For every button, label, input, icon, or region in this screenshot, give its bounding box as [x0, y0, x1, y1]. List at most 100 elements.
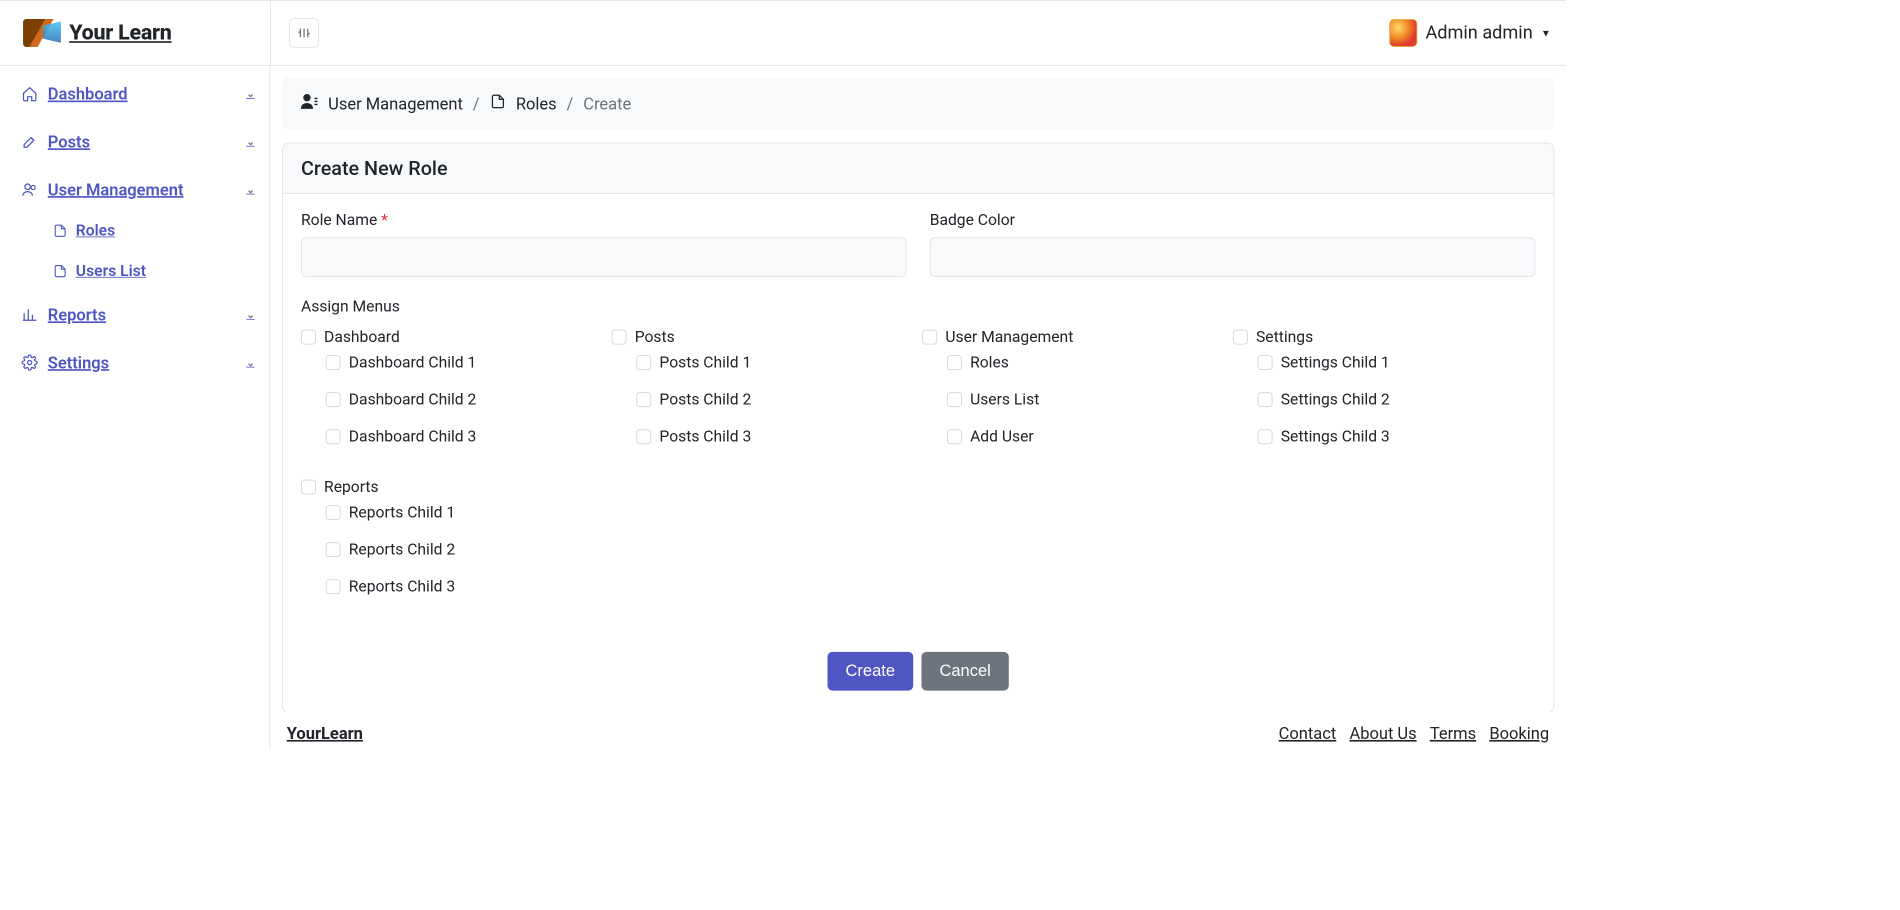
file-icon	[489, 93, 505, 114]
menu-block: Settings Settings Child 1 Settings Child 2…	[1233, 327, 1535, 452]
create-button[interactable]: Create	[827, 652, 913, 691]
checkbox[interactable]	[636, 392, 651, 407]
menu-child-label: Posts Child 2	[659, 390, 751, 409]
checkbox[interactable]	[1257, 429, 1272, 444]
menu-parent-checkbox[interactable]: User Management	[922, 327, 1224, 346]
checkbox[interactable]	[1257, 355, 1272, 370]
breadcrumb-separator: /	[473, 94, 480, 114]
footer-brand-link[interactable]: YourLearn	[287, 723, 363, 743]
chart-icon	[21, 307, 37, 323]
sidebar-item-dashboard[interactable]: Dashboard ⌄	[12, 77, 262, 110]
menu-child-checkbox[interactable]: Roles	[947, 353, 1225, 372]
menu-child-checkbox[interactable]: Settings Child 1	[1257, 353, 1535, 372]
menu-child-checkbox[interactable]: Dashboard Child 2	[325, 390, 603, 409]
users-icon	[300, 92, 318, 114]
menu-child-checkbox[interactable]: Posts Child 2	[636, 390, 914, 409]
menu-child-checkbox[interactable]: Dashboard Child 3	[325, 427, 603, 446]
menu-child-checkbox[interactable]: Users List	[947, 390, 1225, 409]
menu-child-checkbox[interactable]: Settings Child 2	[1257, 390, 1535, 409]
avatar-icon	[1389, 19, 1417, 47]
checkbox[interactable]	[922, 329, 937, 344]
sidebar-item-posts[interactable]: Posts ⌄	[12, 125, 262, 158]
menu-child-checkbox[interactable]: Settings Child 3	[1257, 427, 1535, 446]
menu-child-checkbox[interactable]: Posts Child 1	[636, 353, 914, 372]
menu-child-label: Reports Child 2	[349, 540, 455, 559]
create-role-card: Create New Role Role Name *	[282, 143, 1554, 712]
menu-block: Reports Reports Child 1 Reports Child 2 Rep…	[301, 477, 603, 602]
brand-logo-icon	[23, 19, 63, 47]
checkbox[interactable]	[325, 392, 340, 407]
users-icon	[21, 181, 37, 197]
role-name-label: Role Name *	[301, 210, 907, 229]
menu-child-checkbox[interactable]: Dashboard Child 1	[325, 353, 603, 372]
checkbox[interactable]	[325, 429, 340, 444]
cancel-button[interactable]: Cancel	[921, 652, 1009, 691]
brand[interactable]: Your Learn	[0, 19, 270, 47]
user-menu[interactable]: Admin admin ▼	[1389, 19, 1551, 47]
sidebar-item-reports[interactable]: Reports ⌄	[12, 298, 262, 331]
menu-child-checkbox[interactable]: Add User	[947, 427, 1225, 446]
sidebar-item-settings[interactable]: Settings ⌄	[12, 346, 262, 379]
chevron-down-icon: ⌄	[246, 357, 254, 369]
sidebar-subitem-roles[interactable]: Roles	[46, 216, 261, 245]
file-icon	[53, 263, 68, 278]
role-name-label-text: Role Name	[301, 210, 377, 229]
menu-child-checkbox[interactable]: Posts Child 3	[636, 427, 914, 446]
checkbox[interactable]	[1257, 392, 1272, 407]
chevron-down-icon: ⌄	[246, 309, 254, 321]
assign-menus-label: Assign Menus	[301, 297, 1535, 316]
checkbox[interactable]	[301, 479, 316, 494]
breadcrumb-separator: /	[566, 94, 573, 114]
menu-parent-checkbox[interactable]: Reports	[301, 477, 603, 496]
footer-link-booking[interactable]: Booking	[1489, 723, 1549, 743]
checkbox[interactable]	[325, 505, 340, 520]
sidebar-item-user-management[interactable]: User Management ⌄	[12, 173, 262, 206]
menu-child-checkbox[interactable]: Reports Child 2	[325, 540, 603, 559]
checkbox[interactable]	[301, 329, 316, 344]
edit-icon	[21, 133, 37, 149]
menu-child-label: Reports Child 3	[349, 577, 455, 596]
menu-child-checkbox[interactable]: Reports Child 1	[325, 503, 603, 522]
menu-parent-checkbox[interactable]: Posts	[611, 327, 913, 346]
file-icon	[53, 223, 68, 238]
sidebar-toggle-button[interactable]	[289, 18, 319, 48]
badge-color-label: Badge Color	[929, 210, 1535, 229]
checkbox[interactable]	[947, 392, 962, 407]
menu-parent-checkbox[interactable]: Dashboard	[301, 327, 603, 346]
menu-child-label: Settings Child 2	[1280, 390, 1389, 409]
menu-block: Posts Posts Child 1 Posts Child 2 Posts Chi…	[611, 327, 913, 452]
breadcrumb-roles[interactable]: Roles	[516, 94, 557, 114]
checkbox[interactable]	[947, 429, 962, 444]
menu-child-label: Settings Child 1	[1280, 353, 1389, 372]
menu-children: Dashboard Child 1 Dashboard Child 2 Dashbo…	[301, 353, 603, 453]
menu-child-checkbox[interactable]: Reports Child 3	[325, 577, 603, 596]
checkbox[interactable]	[611, 329, 626, 344]
sidebar: Dashboard ⌄ Posts ⌄ User Management ⌄	[0, 66, 270, 750]
footer-link-contact[interactable]: Contact	[1279, 723, 1337, 743]
breadcrumb-current: Create	[583, 94, 631, 114]
menu-child-label: Settings Child 3	[1280, 427, 1389, 446]
checkbox[interactable]	[325, 542, 340, 557]
checkbox[interactable]	[1233, 329, 1248, 344]
footer: YourLearn Contact About Us Terms Booking	[270, 712, 1565, 750]
footer-link-about[interactable]: About Us	[1349, 723, 1416, 743]
columns-icon	[297, 26, 312, 41]
brand-title: Your Learn	[69, 21, 171, 46]
checkbox[interactable]	[636, 355, 651, 370]
footer-link-terms[interactable]: Terms	[1430, 723, 1476, 743]
menu-child-label: Dashboard Child 2	[349, 390, 477, 409]
menu-parent-label: User Management	[945, 327, 1073, 346]
menu-parent-checkbox[interactable]: Settings	[1233, 327, 1535, 346]
breadcrumb-user-management[interactable]: User Management	[328, 94, 463, 114]
menu-parent-label: Dashboard	[324, 327, 400, 346]
sidebar-subitem-users-list[interactable]: Users List	[46, 256, 261, 285]
badge-color-input[interactable]	[929, 237, 1535, 277]
menu-block: DashboardDashboard Child 1Dashboard Chil…	[301, 327, 603, 452]
sidebar-submenu-user-management: Roles Users List	[12, 216, 262, 285]
role-name-input[interactable]	[301, 237, 907, 277]
menu-child-label: Dashboard Child 3	[349, 427, 477, 446]
checkbox[interactable]	[636, 429, 651, 444]
checkbox[interactable]	[325, 579, 340, 594]
checkbox[interactable]	[325, 355, 340, 370]
checkbox[interactable]	[947, 355, 962, 370]
